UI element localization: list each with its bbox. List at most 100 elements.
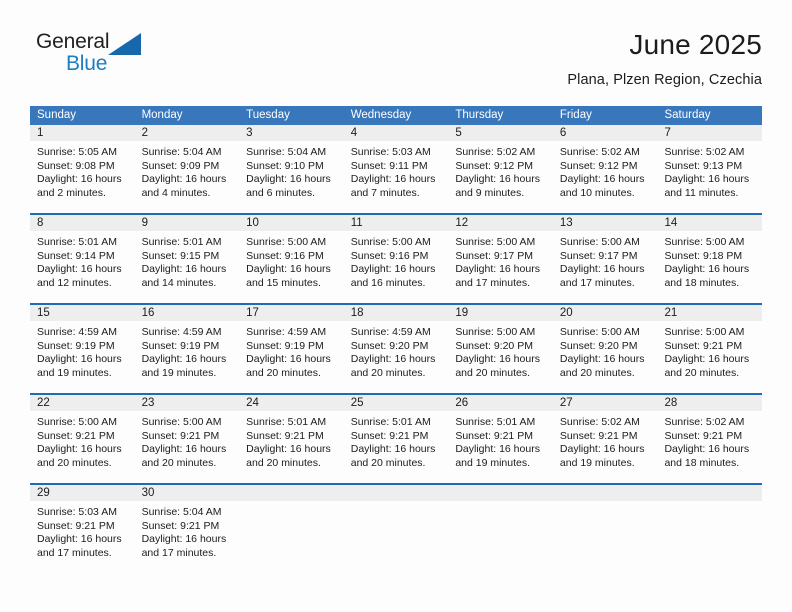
sunrise-text: Sunrise: 5:00 AM — [455, 326, 536, 338]
daylight-text-line1: Daylight: 16 hours — [37, 353, 122, 366]
day-cell[interactable]: 19 Sunrise: 5:00 AM Sunset: 9:20 PM Dayl… — [448, 305, 553, 385]
daylight-text-line1: Daylight: 16 hours — [37, 533, 122, 546]
daylight-text-line1: Daylight: 16 hours — [37, 263, 122, 276]
day-cell[interactable]: 4 Sunrise: 5:03 AM Sunset: 9:11 PM Dayli… — [343, 125, 449, 205]
day-number-band: 16 — [134, 305, 240, 322]
day-cell[interactable]: 22 Sunrise: 5:00 AM Sunset: 9:21 PM Dayl… — [30, 395, 135, 475]
daylight-text-line1: Daylight: 16 hours — [664, 173, 750, 186]
day-cell-empty — [448, 485, 553, 565]
sunset-text: Sunset: 9:09 PM — [141, 159, 220, 172]
day-number: 5 — [455, 127, 462, 139]
sunrise-text: Sunrise: 5:03 AM — [37, 506, 117, 518]
day-cell[interactable]: 11 Sunrise: 5:00 AM Sunset: 9:16 PM Dayl… — [343, 215, 449, 295]
day-cell[interactable]: 14 Sunrise: 5:00 AM Sunset: 9:18 PM Dayl… — [657, 215, 763, 295]
sunset-text: Sunset: 9:19 PM — [141, 339, 220, 352]
daylight-text-line2: and 20 minutes. — [455, 366, 531, 379]
day-cell[interactable]: 30 Sunrise: 5:04 AM Sunset: 9:21 PM Dayl… — [134, 485, 240, 565]
day-cell[interactable]: 16 Sunrise: 4:59 AM Sunset: 9:19 PM Dayl… — [134, 305, 240, 385]
page-header: General Blue June 2025 Plana, Plzen Regi… — [30, 28, 762, 96]
day-number: 8 — [37, 217, 44, 229]
day-details: Sunrise: 5:04 AM Sunset: 9:21 PM Dayligh… — [135, 502, 240, 560]
daylight-text-line1: Daylight: 16 hours — [37, 173, 122, 186]
day-cell[interactable]: 9 Sunrise: 5:01 AM Sunset: 9:15 PM Dayli… — [134, 215, 240, 295]
week-row: 29 Sunrise: 5:03 AM Sunset: 9:21 PM Dayl… — [30, 483, 763, 565]
daylight-text-line1: Daylight: 16 hours — [141, 443, 227, 456]
week-row: 8 Sunrise: 5:01 AM Sunset: 9:14 PM Dayli… — [30, 213, 763, 295]
day-number-band: 11 — [343, 215, 449, 232]
day-cell[interactable]: 12 Sunrise: 5:00 AM Sunset: 9:17 PM Dayl… — [448, 215, 553, 295]
weekday-header-wednesday: Wednesday — [350, 109, 412, 121]
sunset-text: Sunset: 9:21 PM — [37, 429, 115, 442]
day-cell[interactable]: 1 Sunrise: 5:05 AM Sunset: 9:08 PM Dayli… — [30, 125, 135, 205]
daylight-text-line1: Daylight: 16 hours — [141, 533, 227, 546]
day-details: Sunrise: 5:03 AM Sunset: 9:11 PM Dayligh… — [344, 142, 449, 200]
day-number-band: 18 — [343, 305, 449, 322]
day-number-band: 24 — [239, 395, 344, 412]
day-cell[interactable]: 15 Sunrise: 4:59 AM Sunset: 9:19 PM Dayl… — [30, 305, 135, 385]
day-number: 22 — [37, 397, 50, 409]
daylight-text-line1: Daylight: 16 hours — [664, 443, 750, 456]
day-cell[interactable]: 17 Sunrise: 4:59 AM Sunset: 9:19 PM Dayl… — [239, 305, 344, 385]
day-details: Sunrise: 4:59 AM Sunset: 9:19 PM Dayligh… — [30, 322, 135, 380]
day-cell[interactable]: 23 Sunrise: 5:00 AM Sunset: 9:21 PM Dayl… — [134, 395, 240, 475]
sunset-text: Sunset: 9:14 PM — [37, 249, 115, 262]
day-cell[interactable]: 24 Sunrise: 5:01 AM Sunset: 9:21 PM Dayl… — [239, 395, 344, 475]
day-details: Sunrise: 4:59 AM Sunset: 9:20 PM Dayligh… — [344, 322, 449, 380]
sunrise-text: Sunrise: 5:00 AM — [37, 416, 117, 428]
day-number: 9 — [141, 217, 148, 229]
day-cell[interactable]: 20 Sunrise: 5:00 AM Sunset: 9:20 PM Dayl… — [552, 305, 658, 385]
sunrise-text: Sunrise: 5:01 AM — [37, 236, 117, 248]
day-cell[interactable]: 6 Sunrise: 5:02 AM Sunset: 9:12 PM Dayli… — [552, 125, 658, 205]
day-cell[interactable]: 18 Sunrise: 4:59 AM Sunset: 9:20 PM Dayl… — [343, 305, 449, 385]
weekday-header-row: Sunday Monday Tuesday Wednesday Thursday… — [30, 106, 762, 125]
sunrise-text: Sunrise: 4:59 AM — [141, 326, 222, 338]
day-cell[interactable]: 26 Sunrise: 5:01 AM Sunset: 9:21 PM Dayl… — [448, 395, 553, 475]
day-number-band: 13 — [552, 215, 658, 232]
day-number: 25 — [350, 397, 364, 409]
sunset-text: Sunset: 9:21 PM — [141, 429, 220, 442]
day-cell[interactable]: 7 Sunrise: 5:02 AM Sunset: 9:13 PM Dayli… — [657, 125, 763, 205]
daylight-text-line2: and 17 minutes. — [559, 276, 635, 289]
day-number: 6 — [559, 127, 567, 139]
day-number: 4 — [350, 127, 358, 139]
day-cell[interactable]: 8 Sunrise: 5:01 AM Sunset: 9:14 PM Dayli… — [30, 215, 135, 295]
daylight-text-line2: and 6 minutes. — [246, 186, 316, 199]
day-number: 1 — [37, 127, 44, 139]
daylight-text-line1: Daylight: 16 hours — [246, 173, 331, 186]
page-subtitle: Plana, Plzen Region, Czechia — [567, 72, 762, 88]
day-number-band: 2 — [134, 125, 240, 142]
day-number: 20 — [559, 307, 573, 319]
day-cell[interactable]: 10 Sunrise: 5:00 AM Sunset: 9:16 PM Dayl… — [239, 215, 344, 295]
day-number-band — [448, 485, 553, 502]
sunset-text: Sunset: 9:19 PM — [37, 339, 115, 352]
day-cell[interactable]: 21 Sunrise: 5:00 AM Sunset: 9:21 PM Dayl… — [657, 305, 763, 385]
daylight-text-line1: Daylight: 16 hours — [664, 353, 750, 366]
sunset-text: Sunset: 9:21 PM — [664, 339, 743, 352]
generalblue-logo[interactable]: General Blue — [36, 28, 216, 88]
day-details: Sunrise: 5:00 AM Sunset: 9:16 PM Dayligh… — [239, 232, 344, 290]
day-number-band: 4 — [343, 125, 449, 142]
day-cell[interactable]: 3 Sunrise: 5:04 AM Sunset: 9:10 PM Dayli… — [239, 125, 344, 205]
daylight-text-line1: Daylight: 16 hours — [455, 443, 540, 456]
sunset-text: Sunset: 9:20 PM — [559, 339, 638, 352]
day-cell[interactable]: 2 Sunrise: 5:04 AM Sunset: 9:09 PM Dayli… — [134, 125, 240, 205]
day-details: Sunrise: 5:00 AM Sunset: 9:21 PM Dayligh… — [30, 412, 135, 470]
day-cell-empty — [552, 485, 658, 565]
day-cell[interactable]: 5 Sunrise: 5:02 AM Sunset: 9:12 PM Dayli… — [448, 125, 553, 205]
sunrise-text: Sunrise: 4:59 AM — [37, 326, 117, 338]
day-cell[interactable]: 25 Sunrise: 5:01 AM Sunset: 9:21 PM Dayl… — [343, 395, 449, 475]
day-number-band: 6 — [552, 125, 658, 142]
day-cell[interactable]: 13 Sunrise: 5:00 AM Sunset: 9:17 PM Dayl… — [552, 215, 658, 295]
day-cell[interactable]: 28 Sunrise: 5:02 AM Sunset: 9:21 PM Dayl… — [657, 395, 763, 475]
day-details: Sunrise: 5:01 AM Sunset: 9:14 PM Dayligh… — [30, 232, 135, 290]
daylight-text-line1: Daylight: 16 hours — [141, 263, 227, 276]
page-title: June 2025 — [629, 29, 762, 60]
day-details: Sunrise: 5:01 AM Sunset: 9:21 PM Dayligh… — [448, 412, 553, 470]
day-cell[interactable]: 27 Sunrise: 5:02 AM Sunset: 9:21 PM Dayl… — [552, 395, 658, 475]
day-details: Sunrise: 5:02 AM Sunset: 9:13 PM Dayligh… — [657, 142, 762, 200]
day-number-band — [552, 485, 658, 502]
sunset-text: Sunset: 9:21 PM — [559, 429, 638, 442]
day-cell[interactable]: 29 Sunrise: 5:03 AM Sunset: 9:21 PM Dayl… — [30, 485, 135, 565]
sunrise-text: Sunrise: 5:05 AM — [37, 146, 117, 158]
day-number: 10 — [246, 217, 259, 229]
